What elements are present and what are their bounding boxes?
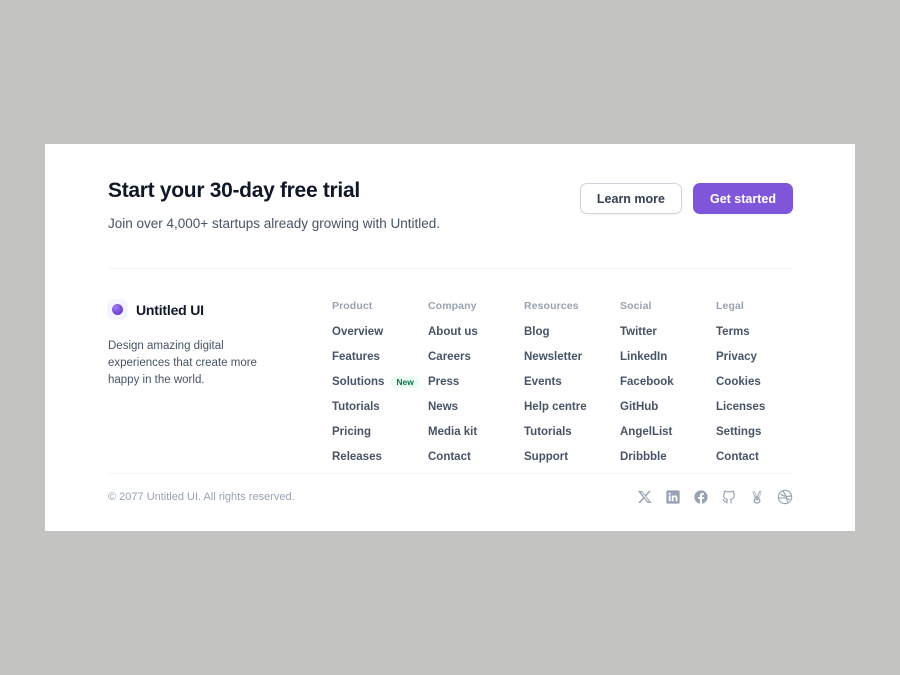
cta-section: Start your 30-day free trial Join over 4… <box>108 177 793 234</box>
link-label: Terms <box>716 326 750 338</box>
link-column-legal: Legal Terms Privacy Cookies Licenses Set… <box>716 300 812 463</box>
learn-more-button[interactable]: Learn more <box>579 183 682 214</box>
link-features[interactable]: Features <box>332 351 428 363</box>
link-solutions[interactable]: Solutions New <box>332 376 428 389</box>
link-label: Overview <box>332 326 384 338</box>
github-icon[interactable] <box>721 489 737 505</box>
link-github[interactable]: GitHub <box>620 401 716 413</box>
link-releases[interactable]: Releases <box>332 451 428 463</box>
link-dribbble[interactable]: Dribbble <box>620 451 716 463</box>
footer-bottom-bar: © 2077 Untitled UI. All rights reserved. <box>108 489 793 505</box>
social-icon-row <box>637 489 793 505</box>
link-column-resources: Resources Blog Newsletter Events Help ce… <box>524 300 620 463</box>
link-label: Blog <box>524 326 550 338</box>
link-press[interactable]: Press <box>428 376 524 388</box>
link-label: AngelList <box>620 426 673 438</box>
link-label: Licenses <box>716 401 766 413</box>
link-label: Settings <box>716 426 762 438</box>
link-label: Contact <box>716 451 759 463</box>
link-label: Contact <box>428 451 471 463</box>
link-label: News <box>428 401 459 413</box>
link-careers[interactable]: Careers <box>428 351 524 363</box>
link-column-product: Product Overview Features Solutions New T… <box>332 300 428 463</box>
footer-content-container: Start your 30-day free trial Join over 4… <box>108 144 793 531</box>
link-columns-container: Product Overview Features Solutions New T… <box>324 300 812 463</box>
untitled-ui-dot-logo-icon <box>108 300 127 319</box>
link-label: Twitter <box>620 326 657 338</box>
link-label: LinkedIn <box>620 351 668 363</box>
link-contact-legal[interactable]: Contact <box>716 451 812 463</box>
link-terms[interactable]: Terms <box>716 326 812 338</box>
link-media-kit[interactable]: Media kit <box>428 426 524 438</box>
link-label: Help centre <box>524 401 587 413</box>
footer-links-section: Untitled UI Design amazing digital exper… <box>108 300 793 463</box>
link-label: Events <box>524 376 562 388</box>
facebook-icon[interactable] <box>693 489 709 505</box>
brand-row[interactable]: Untitled UI <box>108 300 324 319</box>
link-facebook[interactable]: Facebook <box>620 376 716 388</box>
link-label: Dribbble <box>620 451 667 463</box>
link-overview[interactable]: Overview <box>332 326 428 338</box>
link-angellist[interactable]: AngelList <box>620 426 716 438</box>
link-pricing[interactable]: Pricing <box>332 426 428 438</box>
link-help-centre[interactable]: Help centre <box>524 401 620 413</box>
link-label: Tutorials <box>524 426 572 438</box>
link-label: GitHub <box>620 401 659 413</box>
link-events[interactable]: Events <box>524 376 620 388</box>
brand-name: Untitled UI <box>136 301 204 318</box>
link-about-us[interactable]: About us <box>428 326 524 338</box>
link-support[interactable]: Support <box>524 451 620 463</box>
new-badge: New <box>390 376 420 389</box>
column-title-social: Social <box>620 300 652 312</box>
divider-bottom <box>108 473 793 474</box>
link-twitter[interactable]: Twitter <box>620 326 716 338</box>
x-twitter-icon[interactable] <box>637 489 653 505</box>
link-newsletter[interactable]: Newsletter <box>524 351 620 363</box>
link-column-social: Social Twitter LinkedIn Facebook GitHub … <box>620 300 716 463</box>
link-contact-company[interactable]: Contact <box>428 451 524 463</box>
divider-top <box>108 268 793 269</box>
link-settings[interactable]: Settings <box>716 426 812 438</box>
column-title-company: Company <box>428 300 477 312</box>
link-label: Pricing <box>332 426 371 439</box>
link-linkedin[interactable]: LinkedIn <box>620 351 716 363</box>
link-blog[interactable]: Blog <box>524 326 620 338</box>
brand-column: Untitled UI Design amazing digital exper… <box>108 300 324 389</box>
footer-card: Start your 30-day free trial Join over 4… <box>45 144 855 531</box>
link-label: Support <box>524 451 569 463</box>
link-label: Media kit <box>428 426 478 438</box>
link-tutorials[interactable]: Tutorials <box>332 401 428 413</box>
link-cookies[interactable]: Cookies <box>716 376 812 388</box>
link-label: Press <box>428 376 460 388</box>
column-title-product: Product <box>332 300 373 312</box>
link-news[interactable]: News <box>428 401 524 413</box>
link-tutorials-resources[interactable]: Tutorials <box>524 426 620 438</box>
link-label: Newsletter <box>524 351 583 363</box>
link-privacy[interactable]: Privacy <box>716 351 812 363</box>
brand-description: Design amazing digital experiences that … <box>108 340 257 386</box>
column-title-resources: Resources <box>524 300 579 312</box>
column-title-legal: Legal <box>716 300 744 312</box>
copyright-text: © 2077 Untitled UI. All rights reserved. <box>108 491 295 503</box>
cta-text-block: Start your 30-day free trial Join over 4… <box>108 177 440 234</box>
linkedin-icon[interactable] <box>665 489 681 505</box>
cta-subtitle: Join over 4,000+ startups already growin… <box>108 216 441 231</box>
get-started-button[interactable]: Get started <box>693 183 793 214</box>
link-label: Cookies <box>716 376 761 388</box>
link-label: Privacy <box>716 351 757 363</box>
link-label: Facebook <box>620 376 674 388</box>
cta-button-group: Learn more Get started <box>579 183 793 214</box>
link-label: Solutions <box>332 376 385 389</box>
link-label: Tutorials <box>332 401 380 414</box>
link-label: Releases <box>332 451 382 464</box>
link-label: About us <box>428 326 478 338</box>
link-label: Features <box>332 351 380 363</box>
link-label: Careers <box>428 351 471 363</box>
link-column-company: Company About us Careers Press News Medi… <box>428 300 524 463</box>
dribbble-icon[interactable] <box>777 489 793 505</box>
link-licenses[interactable]: Licenses <box>716 401 812 413</box>
angellist-icon[interactable] <box>749 489 765 505</box>
cta-title: Start your 30-day free trial <box>108 179 360 202</box>
